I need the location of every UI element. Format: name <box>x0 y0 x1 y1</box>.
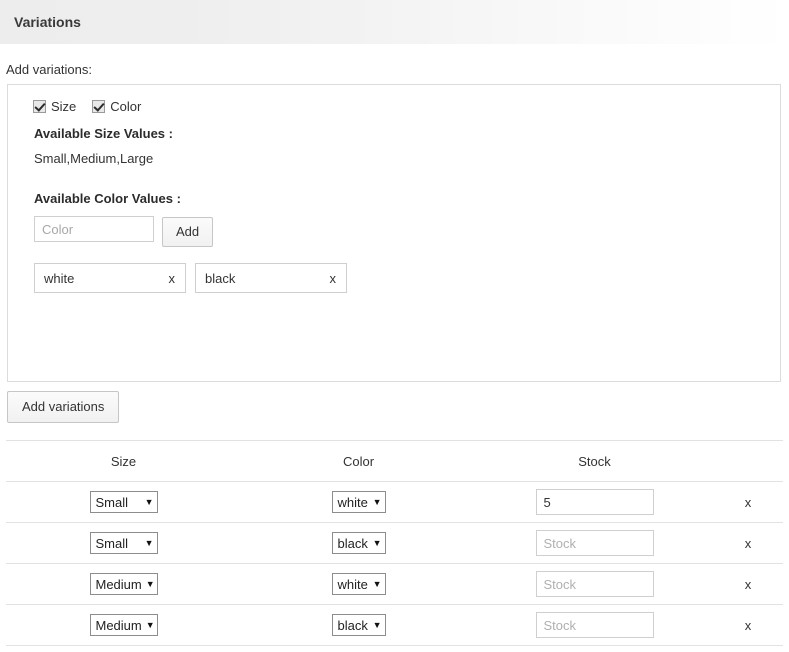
color-tag-label: white <box>44 270 75 286</box>
cell-color: black ▼ <box>241 604 476 646</box>
remove-icon[interactable]: x <box>330 271 337 286</box>
stock-input[interactable] <box>535 612 654 638</box>
size-select[interactable]: Small ▼ <box>89 491 158 513</box>
cell-stock <box>476 604 713 646</box>
variation-config-panel: Size Color Available Size Values : Small… <box>7 84 781 382</box>
remove-row-icon[interactable]: x <box>745 495 752 510</box>
checkbox-color-label: Color <box>110 99 142 114</box>
add-variations-button[interactable]: Add variations <box>7 391 120 424</box>
page-title: Variations <box>14 14 81 30</box>
variations-table-body: Small▼white▼xSmall▼black▼xMedium▼white▼x… <box>6 481 783 646</box>
size-select-value: Medium <box>95 617 142 633</box>
chevron-down-icon: ▼ <box>372 578 382 589</box>
color-select-value: white <box>337 494 368 510</box>
chevron-down-icon: ▼ <box>145 619 155 630</box>
panel-header: Variations <box>0 0 789 44</box>
color-select-value: black <box>337 535 368 551</box>
checkbox-size-label: Size <box>51 99 77 114</box>
size-select[interactable]: Medium ▼ <box>89 614 158 636</box>
variations-table: Size Color Stock Small▼white▼xSmall▼blac… <box>6 440 783 646</box>
size-select[interactable]: Medium ▼ <box>89 573 158 595</box>
cell-size: Medium ▼ <box>6 604 241 646</box>
chevron-down-icon: ▼ <box>372 496 382 507</box>
table-row: Medium▼black▼x <box>6 604 783 646</box>
color-select-value: black <box>337 617 368 633</box>
cell-remove: x <box>713 563 783 605</box>
color-select[interactable]: white ▼ <box>331 573 386 595</box>
available-size-values: Small,Medium,Large <box>34 151 154 166</box>
size-select[interactable]: Small ▼ <box>89 532 158 554</box>
stock-input[interactable] <box>535 530 654 556</box>
chevron-down-icon: ▼ <box>372 537 382 548</box>
cell-color: white ▼ <box>241 481 476 523</box>
cell-color: white ▼ <box>241 563 476 605</box>
cell-color: black ▼ <box>241 522 476 564</box>
remove-row-icon[interactable]: x <box>745 536 752 551</box>
cell-size: Medium ▼ <box>6 563 241 605</box>
table-header-row: Size Color Stock <box>6 440 783 482</box>
size-select-value: Small <box>95 535 129 551</box>
chevron-down-icon: ▼ <box>145 578 155 589</box>
available-color-values-heading: Available Color Values : <box>34 191 181 206</box>
color-tag-black[interactable]: black x <box>195 263 347 294</box>
table-row: Small ▼ white ▼ x <box>6 481 783 523</box>
cell-remove: x <box>713 481 783 523</box>
add-variations-label: Add variations: <box>6 62 92 77</box>
cell-stock <box>476 563 713 605</box>
cell-size: Small ▼ <box>6 481 241 523</box>
remove-row-icon[interactable]: x <box>745 577 752 592</box>
chevron-down-icon: ▼ <box>144 496 154 507</box>
column-header-remove <box>713 440 783 482</box>
table-row: Medium▼white▼x <box>6 563 783 605</box>
variation-type-checkbox-row: Size Color <box>8 85 780 114</box>
cell-remove: x <box>713 604 783 646</box>
stock-input[interactable] <box>535 489 654 515</box>
available-size-values-heading: Available Size Values : <box>34 126 173 141</box>
checkmark-icon[interactable] <box>92 100 106 113</box>
remove-icon[interactable]: x <box>169 271 176 286</box>
chevron-down-icon: ▼ <box>372 619 382 630</box>
column-header-stock: Stock <box>476 440 713 482</box>
color-input[interactable] <box>34 216 154 242</box>
size-select-value: Medium <box>95 576 142 592</box>
checkbox-size[interactable]: Size <box>33 99 76 114</box>
color-select[interactable]: black ▼ <box>331 532 386 554</box>
variations-table-header: Size Color Stock <box>6 440 783 482</box>
remove-row-icon[interactable]: x <box>745 618 752 633</box>
color-select[interactable]: white ▼ <box>331 491 386 513</box>
cell-stock <box>476 522 713 564</box>
size-select-value: Small <box>95 494 129 510</box>
color-tag-list: white x black x <box>34 263 780 294</box>
cell-size: Small ▼ <box>6 522 241 564</box>
color-select-value: white <box>337 576 368 592</box>
stock-input[interactable] <box>535 571 654 597</box>
table-row: Small ▼ black ▼ x <box>6 522 783 564</box>
checkmark-icon[interactable] <box>33 100 46 113</box>
column-header-size: Size <box>6 440 241 482</box>
checkbox-color[interactable]: Color <box>92 99 141 114</box>
color-select[interactable]: black ▼ <box>331 614 386 636</box>
color-tag-white[interactable]: white x <box>34 263 186 294</box>
color-add-row: Add <box>34 216 780 248</box>
cell-stock <box>476 481 713 523</box>
cell-remove: x <box>713 522 783 564</box>
add-color-button[interactable]: Add <box>162 217 214 248</box>
column-header-color: Color <box>241 440 476 482</box>
color-tag-label: black <box>205 270 236 286</box>
chevron-down-icon: ▼ <box>144 537 154 548</box>
